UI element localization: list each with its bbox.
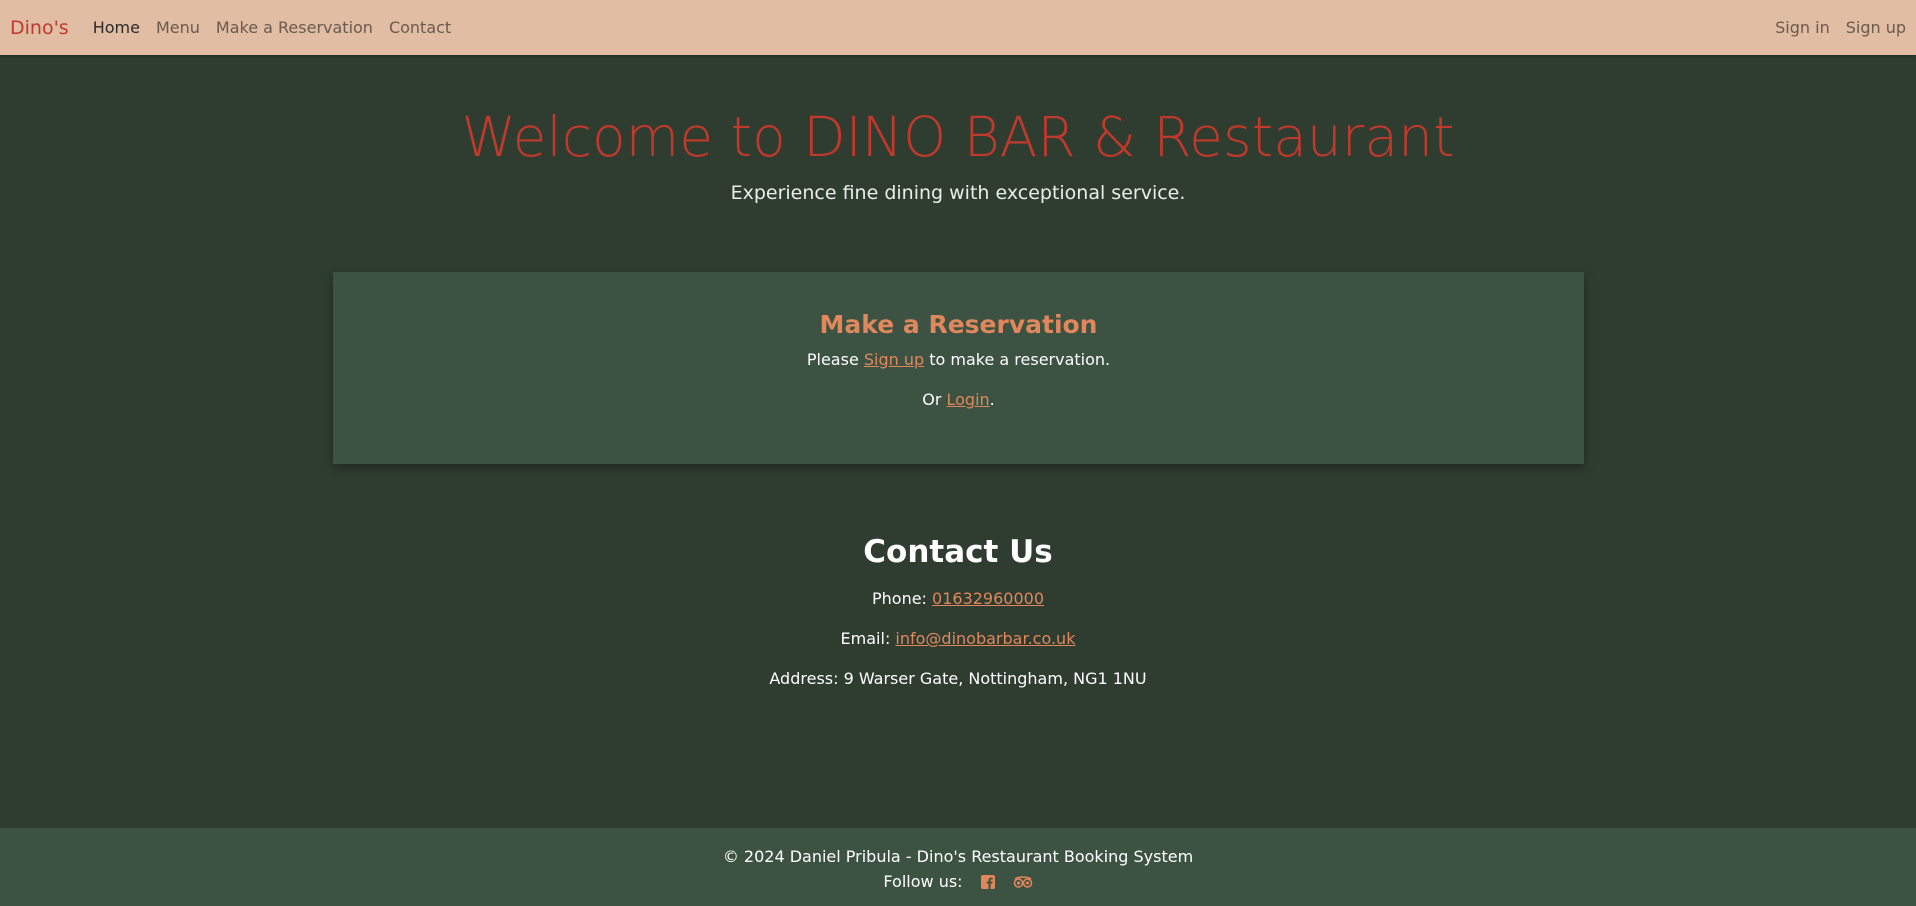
email-label: Email: xyxy=(840,629,896,648)
follow-us-label: Follow us: xyxy=(883,872,963,891)
reservation-card: Make a Reservation Please Sign up to mak… xyxy=(333,272,1584,464)
hero-title: Welcome to DINO BAR & Restaurant xyxy=(461,105,1455,169)
contact-email: Email: info@dinobarbar.co.uk xyxy=(0,629,1916,648)
signup-prefix: Please xyxy=(806,350,864,369)
nav-link-sign-in[interactable]: Sign in xyxy=(1775,18,1830,37)
tripadvisor-icon[interactable] xyxy=(1013,875,1033,889)
nav-link-make-reservation[interactable]: Make a Reservation xyxy=(216,18,373,37)
contact-address: Address: 9 Warser Gate, Nottingham, NG1 … xyxy=(769,669,1147,688)
signup-suffix: to make a reservation. xyxy=(924,350,1111,369)
login-prefix: Or xyxy=(922,390,947,409)
phone-link[interactable]: 01632960000 xyxy=(932,589,1044,608)
phone-label: Phone: xyxy=(871,589,933,608)
reservation-login-text: Or Login. xyxy=(333,390,1584,409)
login-link[interactable]: Login xyxy=(947,390,990,409)
nav-link-home[interactable]: Home xyxy=(93,18,140,37)
navbar: Dino's Home Menu Make a Reservation Cont… xyxy=(0,0,1916,55)
login-suffix: . xyxy=(989,390,995,409)
nav-link-sign-up[interactable]: Sign up xyxy=(1846,18,1906,37)
email-link[interactable]: info@dinobarbar.co.uk xyxy=(895,629,1075,648)
brand-logo-link[interactable]: Dino's xyxy=(10,17,69,39)
nav-link-contact[interactable]: Contact xyxy=(389,18,451,37)
signup-link[interactable]: Sign up xyxy=(864,350,924,369)
contact-phone: Phone: 01632960000 xyxy=(0,589,1916,608)
facebook-icon[interactable] xyxy=(980,874,995,889)
footer-copyright: © 2024 Daniel Pribula - Dino's Restauran… xyxy=(722,847,1194,866)
reservation-signup-text: Please Sign up to make a reservation. xyxy=(333,350,1584,369)
footer-follow: Follow us: xyxy=(0,872,1916,891)
footer: © 2024 Daniel Pribula - Dino's Restauran… xyxy=(0,828,1916,906)
nav-auth-links: Sign in Sign up xyxy=(1759,18,1906,37)
nav-links: Home Menu Make a Reservation Contact xyxy=(93,18,467,37)
hero-subtitle: Experience fine dining with exceptional … xyxy=(730,182,1186,204)
nav-link-menu[interactable]: Menu xyxy=(156,18,200,37)
contact-title: Contact Us xyxy=(863,534,1053,570)
reservation-title: Make a Reservation xyxy=(819,310,1098,339)
